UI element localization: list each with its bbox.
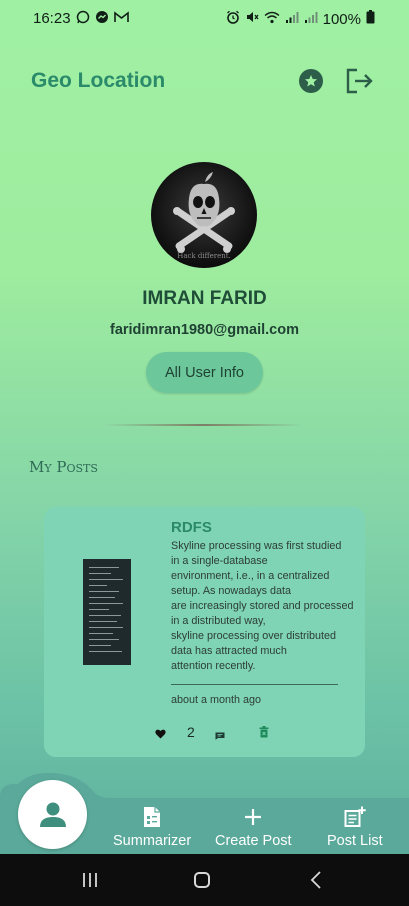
post-body-line: are increasingly stored and processed [171, 600, 354, 612]
star-icon[interactable] [299, 69, 323, 93]
post-title[interactable]: RDFS [171, 519, 212, 536]
recent-apps-icon[interactable] [82, 872, 98, 888]
post-body-line: attention recently. [171, 660, 256, 672]
nav-label: Create Post [215, 833, 292, 849]
all-user-info-button[interactable]: All User Info [146, 352, 263, 393]
nav-create-post[interactable]: Create Post [215, 806, 292, 849]
avatar: Hack different. [151, 162, 257, 268]
post-body: Skyline processing was first studied in … [171, 539, 359, 674]
post-body-line: in a single-database [171, 555, 268, 567]
nav-label: Post List [327, 833, 383, 849]
user-email: faridimran1980@gmail.com [109, 322, 300, 338]
post-body-line: in a distributed way, [171, 615, 266, 627]
messenger-icon [95, 10, 109, 27]
system-nav-bar [0, 854, 409, 906]
post-card[interactable]: RDFS Skyline processing was first studie… [44, 507, 365, 757]
post-body-line: environment, i.e., in a centralized [171, 570, 330, 582]
section-title: My Posts [29, 458, 98, 476]
user-name: IMRAN FARID [142, 288, 267, 309]
delete-icon[interactable] [259, 725, 269, 738]
mute-icon [245, 10, 259, 28]
logout-icon[interactable] [345, 67, 375, 95]
post-body-line: data has attracted much [171, 645, 287, 657]
person-icon [39, 802, 66, 827]
heart-icon[interactable] [155, 726, 166, 739]
alarm-icon [226, 10, 240, 28]
app-screen: 16:23 100% Geo Location Hack different. … [0, 0, 409, 906]
post-list-icon [344, 806, 366, 827]
summarizer-icon [144, 807, 161, 827]
back-icon[interactable] [310, 870, 322, 890]
battery-icon [366, 10, 375, 28]
post-body-line: setup. As nowadays data [171, 585, 292, 597]
status-right: 100% [226, 10, 375, 28]
status-left: 16:23 [33, 10, 129, 27]
skull-apple-logo: Hack different. [173, 172, 235, 260]
gmail-icon [113, 11, 129, 26]
nav-label: Summarizer [113, 833, 192, 849]
signal-icon [304, 11, 318, 28]
nav-post-list[interactable]: Post List [327, 806, 383, 849]
post-divider [171, 684, 338, 685]
plus-icon [245, 809, 262, 825]
comment-icon[interactable] [215, 727, 225, 740]
post-time: about a month ago [171, 694, 262, 706]
battery-text: 100% [322, 10, 361, 28]
nav-summarizer[interactable]: Summarizer [113, 806, 191, 849]
profile-fab[interactable] [18, 780, 87, 849]
signal-icon [285, 11, 299, 28]
avatar-caption: Hack different. [177, 252, 231, 260]
status-bar: 16:23 100% [0, 0, 409, 36]
whatsapp-icon [76, 10, 90, 27]
status-time: 16:23 [33, 10, 71, 27]
post-body-line: skyline processing over distributed [171, 630, 337, 642]
home-icon[interactable] [194, 872, 210, 888]
post-thumbnail[interactable] [83, 559, 131, 665]
wifi-icon [264, 11, 280, 28]
divider [103, 424, 303, 426]
post-body-line: Skyline processing was first studied [171, 540, 342, 552]
like-count: 2 [187, 724, 195, 740]
app-title: Geo Location [31, 69, 166, 92]
